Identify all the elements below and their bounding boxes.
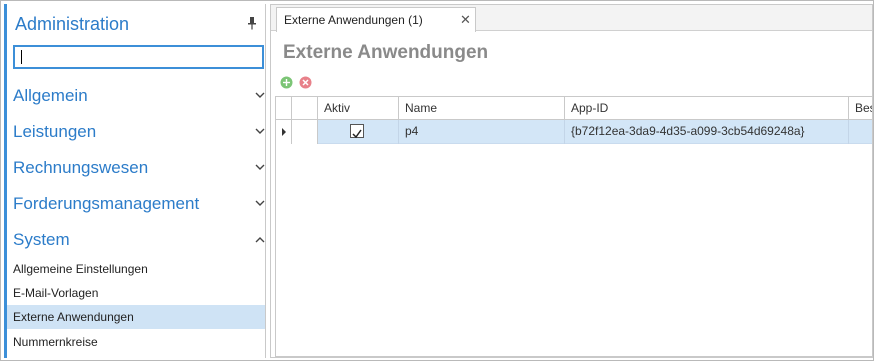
column-header-app-id[interactable]: App-ID xyxy=(565,97,849,120)
table-row[interactable]: p4 {b72f12ea-3da9-4d35-a099-3cb54d69248a… xyxy=(276,120,872,144)
column-header-name[interactable]: Name xyxy=(399,97,565,120)
sidebar-item-label: Nummernkreise xyxy=(13,335,98,349)
cell-app-id[interactable]: {b72f12ea-3da9-4d35-a099-3cb54d69248a} xyxy=(565,120,849,144)
nav-section-label: Rechnungswesen xyxy=(13,158,149,177)
page-content: Externe Anwendungen Aktiv Name App-ID Be… xyxy=(275,35,872,357)
sidebar-item-externe-anwendungen[interactable]: Externe Anwendungen xyxy=(7,305,265,329)
row-pointer-icon xyxy=(282,128,286,136)
nav-section-label: Leistungen xyxy=(13,122,97,141)
sidebar-item-label: Externe Anwendungen xyxy=(13,310,134,324)
sidebar-item-nummernkreise[interactable]: Nummernkreise xyxy=(7,330,265,354)
add-icon[interactable] xyxy=(280,76,293,89)
admin-sidebar: Administration Allgemein Leistungen Rech… xyxy=(4,4,266,358)
sidebar-item-allgemeine-einstellungen[interactable]: Allgemeine Einstellungen xyxy=(7,257,265,281)
nav-section-label: Allgemein xyxy=(13,86,88,105)
nav-section-system[interactable]: System xyxy=(13,225,265,255)
row-indicator[interactable] xyxy=(276,120,292,144)
column-header-bes[interactable]: Bes xyxy=(849,97,872,120)
nav-section-rechnungswesen[interactable]: Rechnungswesen xyxy=(13,153,265,183)
sidebar-search-input[interactable] xyxy=(13,45,264,69)
chevron-down-icon xyxy=(255,200,265,206)
grid-header: Aktiv Name App-ID Bes xyxy=(276,97,872,120)
app-window: Administration Allgemein Leistungen Rech… xyxy=(0,0,874,361)
checkmark-icon xyxy=(352,129,362,139)
main-panel: Externe Anwendungen (1) ✕ Externe Anwend… xyxy=(270,4,873,358)
nav-section-allgemein[interactable]: Allgemein xyxy=(13,81,265,111)
text-caret xyxy=(21,50,22,64)
tab-externe-anwendungen[interactable]: Externe Anwendungen (1) ✕ xyxy=(276,7,476,32)
nav-section-label: Forderungsmanagement xyxy=(13,194,200,213)
sidebar-header: Administration xyxy=(15,12,259,38)
delete-icon[interactable] xyxy=(299,76,312,89)
sidebar-title: Administration xyxy=(15,14,130,34)
chevron-down-icon xyxy=(255,92,265,98)
chevron-up-icon xyxy=(255,237,265,243)
tab-strip: Externe Anwendungen (1) ✕ xyxy=(271,5,872,32)
cell-bes[interactable] xyxy=(849,120,872,144)
sidebar-item-email-vorlagen[interactable]: E-Mail-Vorlagen xyxy=(7,281,265,305)
nav-section-leistungen[interactable]: Leistungen xyxy=(13,117,265,147)
sidebar-item-label: E-Mail-Vorlagen xyxy=(13,286,99,300)
column-header-aktiv[interactable]: Aktiv xyxy=(318,97,399,120)
group-header-cell xyxy=(292,97,318,120)
chevron-down-icon xyxy=(255,128,265,134)
cell-name[interactable]: p4 xyxy=(399,120,565,144)
nav-section-forderungsmanagement[interactable]: Forderungsmanagement xyxy=(13,189,265,219)
close-icon[interactable]: ✕ xyxy=(460,12,471,28)
page-title: Externe Anwendungen xyxy=(283,42,489,63)
row-indicator-header xyxy=(276,97,292,120)
cell-aktiv[interactable] xyxy=(318,120,399,144)
chevron-down-icon xyxy=(255,164,265,170)
nav-section-label: System xyxy=(13,230,70,249)
sidebar-item-label: Allgemeine Einstellungen xyxy=(13,262,148,276)
pin-icon[interactable] xyxy=(247,16,257,30)
tab-label: Externe Anwendungen (1) xyxy=(284,13,423,27)
data-grid: Aktiv Name App-ID Bes p4 xyxy=(275,96,872,357)
aktiv-checkbox[interactable] xyxy=(350,124,364,139)
group-cell xyxy=(292,120,318,144)
